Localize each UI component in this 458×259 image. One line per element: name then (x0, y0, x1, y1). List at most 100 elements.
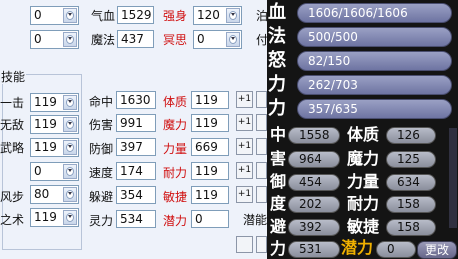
skills-group-title: 技能 (0, 70, 27, 84)
stat-value-5: 354 (116, 186, 156, 204)
add-point-button-3[interactable]: +1 (236, 138, 253, 155)
attr-value-1: 119 (191, 91, 229, 109)
top-spinner-1[interactable]: 0 (30, 6, 79, 25)
attr-top-label-1: 强身 (163, 9, 188, 23)
spinner-dropdown-icon[interactable] (226, 8, 240, 23)
attr-value-3: 669 (191, 138, 229, 156)
add-point-button-6[interactable] (236, 236, 253, 253)
attr-label-5: 敏捷 (163, 190, 188, 204)
row-attr-label-4: 耐力 (347, 194, 380, 213)
row-label-5: 避 (270, 217, 287, 236)
skill-spinner-3[interactable]: 119 (30, 138, 79, 157)
stat-label-2: 伤害 (89, 118, 114, 132)
row-attr-value-2: 125 (386, 151, 436, 168)
add-point-button-cut-2[interactable] (256, 114, 267, 131)
bar-label-3: 怒 (268, 50, 286, 71)
skill-value-1: 119 (34, 95, 57, 109)
row-value-5: 392 (288, 219, 340, 236)
hp-value: 1529 (117, 6, 154, 24)
bar-label-1: 血 (268, 2, 286, 23)
add-point-button-cut-1[interactable] (256, 91, 267, 108)
spinner-dropdown-icon[interactable] (63, 32, 77, 47)
rage-bar: 82/150 (297, 51, 452, 71)
add-point-button-cut-3[interactable] (256, 138, 267, 155)
attr-value-4: 119 (191, 162, 229, 180)
row-value-2: 964 (288, 151, 340, 168)
add-point-button-5[interactable]: +1 (236, 186, 253, 203)
row-attr-value-5: 158 (386, 219, 436, 236)
attr-label-6: 潜力 (163, 214, 188, 228)
hp-label: 气血 (91, 9, 116, 23)
row-attr-value-1: 126 (386, 127, 436, 144)
add-point-button-cut-4[interactable] (256, 162, 267, 179)
row-label-1: 中 (270, 125, 287, 144)
attr-top-spinner-2[interactable]: 0 (193, 30, 242, 49)
skill-spinner-6[interactable]: 119 (30, 208, 79, 227)
row-attr-value-6: 0 (376, 241, 416, 258)
character-edit-panel: 0 0 气血 1529 魔法 437 强身 120 冥思 0 泊 付 技能 一击… (0, 0, 268, 259)
spinner-dropdown-icon[interactable] (63, 164, 77, 179)
attr-label-4: 耐力 (163, 166, 188, 180)
mp-value: 437 (117, 30, 154, 48)
skill-spinner-4[interactable]: 0 (30, 162, 79, 181)
spinner-dropdown-icon[interactable] (63, 210, 77, 225)
bar-label-2: 法 (268, 26, 286, 47)
row-attr-label-5: 敏捷 (347, 217, 380, 236)
add-point-button-1[interactable]: +1 (236, 91, 253, 108)
change-button[interactable]: 更改 (417, 241, 457, 259)
add-point-button-cut-5[interactable] (256, 186, 267, 203)
row-attr-value-3: 634 (386, 174, 436, 191)
add-point-button-4[interactable]: +1 (236, 162, 253, 179)
stats-scrollbar[interactable] (449, 128, 457, 228)
skill-spinner-5[interactable]: 80 (30, 185, 79, 204)
spinner-dropdown-icon[interactable] (63, 8, 77, 23)
spinner-dropdown-icon[interactable] (63, 117, 77, 132)
mp-label: 魔法 (91, 33, 116, 47)
attr-value-2: 119 (191, 114, 229, 132)
spinner-dropdown-icon[interactable] (63, 95, 77, 110)
row-value-4: 202 (288, 196, 340, 213)
attr-top-label-2: 冥思 (163, 33, 188, 47)
potential-label: 潜能 (243, 213, 268, 227)
attr-top-value-1: 120 (197, 8, 220, 22)
row-attr-label-1: 体质 (347, 125, 380, 144)
add-point-button-cut-6[interactable] (256, 236, 267, 253)
skill-value-6: 119 (34, 210, 57, 224)
spinner-dropdown-icon[interactable] (226, 32, 240, 47)
row-attr-label-2: 魔力 (347, 149, 380, 168)
row-attr-value-4: 158 (386, 196, 436, 213)
stat-label-3: 防御 (89, 142, 114, 156)
mp-bar: 500/500 (297, 27, 452, 47)
spinner-dropdown-icon[interactable] (63, 187, 77, 202)
skill-label-5: 风步 (0, 190, 25, 204)
skill-spinner-1[interactable]: 119 (30, 93, 79, 112)
skill-value-2: 119 (34, 117, 57, 131)
stat-label-1: 命中 (89, 95, 114, 109)
row-label-4: 度 (270, 194, 287, 213)
skill-value-5: 80 (34, 187, 50, 201)
skill-label-1: 一击 (0, 96, 25, 110)
attr-value-5: 119 (191, 186, 229, 204)
row-attr-label-3: 力量 (347, 172, 380, 191)
stat-value-1: 1630 (116, 91, 156, 109)
top-spinner-1-value: 0 (34, 8, 42, 22)
attr-label-3: 力量 (163, 142, 188, 156)
skill-spinner-2[interactable]: 119 (30, 115, 79, 134)
attr-value-6: 0 (191, 210, 229, 228)
row-label-2: 害 (270, 149, 287, 168)
skill-label-6: 之术 (0, 213, 25, 227)
hp-bar: 1606/1606/1606 (297, 3, 452, 23)
bar-label-4: 力 (268, 74, 286, 95)
skill-value-3: 119 (34, 140, 57, 154)
attr-top-spinner-1[interactable]: 120 (193, 6, 242, 25)
spinner-dropdown-icon[interactable] (63, 140, 77, 155)
add-point-button-2[interactable]: +1 (236, 114, 253, 131)
row-label-3: 御 (270, 172, 287, 191)
stamina-bar: 262/703 (297, 75, 452, 95)
skill-value-4: 0 (34, 164, 42, 178)
stat-value-3: 397 (116, 138, 156, 156)
vitality-bar: 357/635 (297, 99, 452, 119)
skill-label-3: 武略 (0, 141, 25, 155)
stat-value-6: 534 (116, 210, 156, 228)
top-spinner-2[interactable]: 0 (30, 30, 79, 49)
